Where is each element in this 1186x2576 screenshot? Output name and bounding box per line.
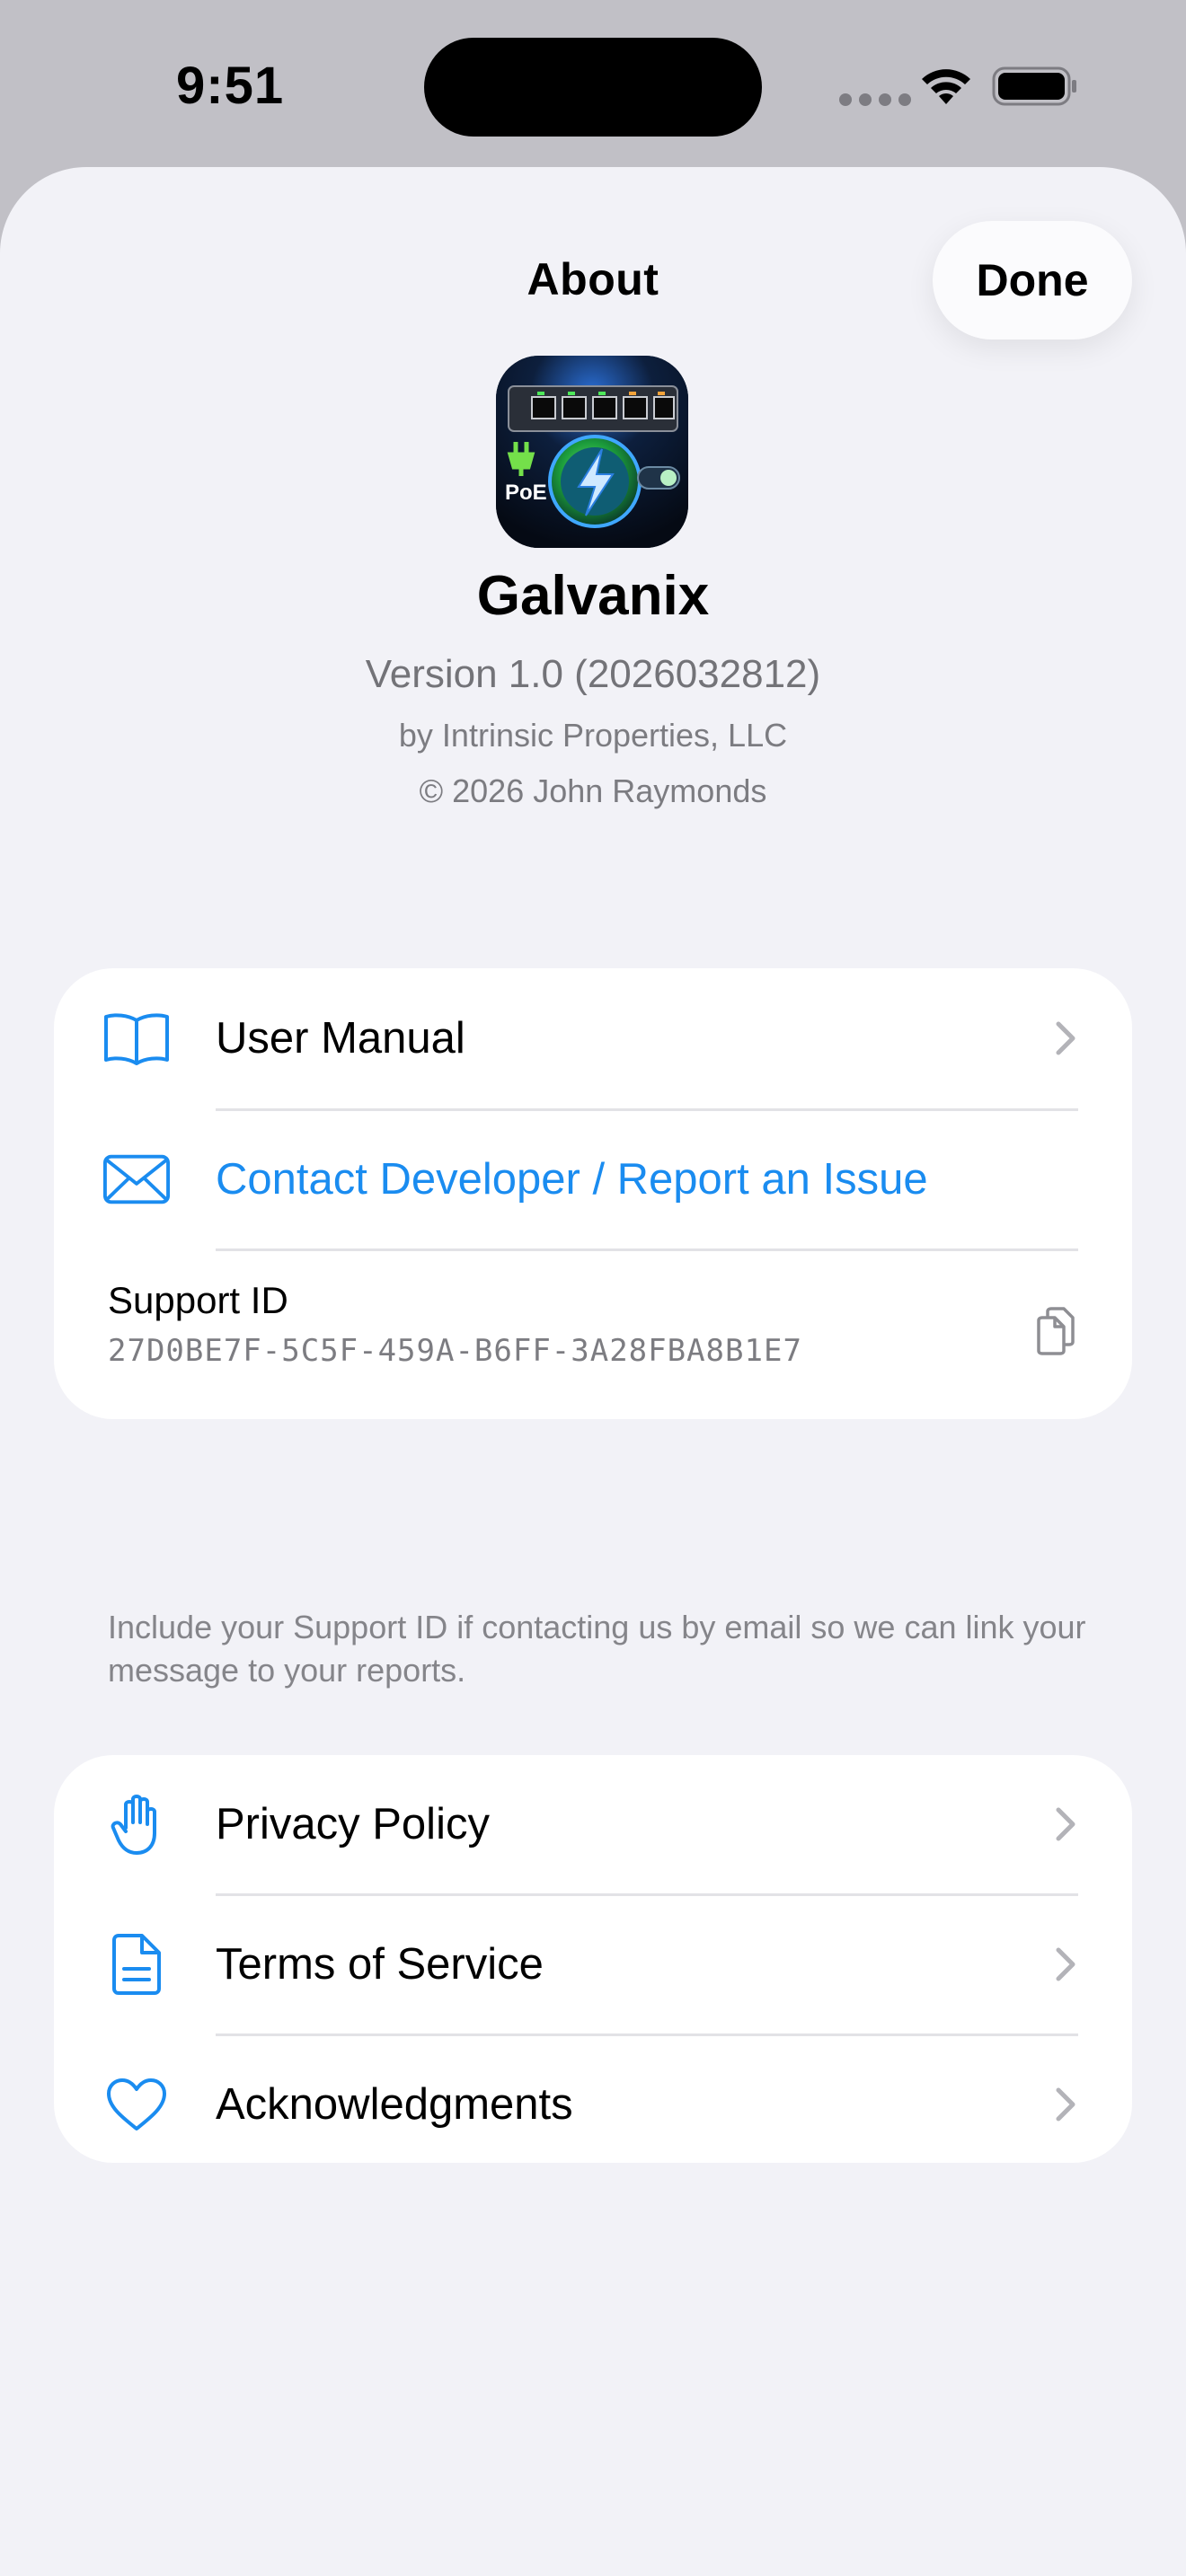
acknowledgments-label: Acknowledgments [216, 2080, 573, 2129]
support-id-value: 27D0BE7F-5C5F-459A-B6FF-3A28FBA8B1E7 [108, 1333, 802, 1369]
privacy-policy-row[interactable]: Privacy Policy [54, 1755, 1132, 1893]
chevron-right-icon [1056, 1021, 1075, 1055]
links-card: User Manual Contact Developer / Report a… [54, 968, 1132, 1419]
book-icon [102, 1004, 171, 1072]
support-id-note: Include your Support ID if contacting us… [108, 1609, 1086, 1689]
app-icon: PoE [496, 356, 688, 548]
support-id-row: Support ID 27D0BE7F-5C5F-459A-B6FF-3A28F… [54, 1250, 1132, 1419]
chevron-right-icon [1056, 2087, 1075, 2122]
wifi-icon [922, 69, 970, 104]
support-id-label: Support ID [108, 1279, 288, 1321]
copy-icon[interactable] [1033, 1306, 1078, 1356]
terms-of-service-label: Terms of Service [216, 1940, 544, 1989]
done-button[interactable]: Done [933, 221, 1132, 340]
battery-icon [992, 66, 1076, 106]
contact-developer-label: Contact Developer / Report an Issue [216, 1155, 928, 1204]
document-icon [102, 1930, 171, 1998]
contact-developer-row[interactable]: Contact Developer / Report an Issue [54, 1110, 1132, 1248]
envelope-icon [102, 1145, 171, 1213]
terms-of-service-row[interactable]: Terms of Service [54, 1895, 1132, 2033]
status-time: 9:51 [176, 57, 285, 115]
acknowledgments-row[interactable]: Acknowledgments [54, 2035, 1132, 2163]
app-name: Galvanix [476, 565, 710, 627]
app-version: Version 1.0 (2026032812) [365, 652, 821, 696]
dynamic-island [424, 38, 762, 137]
app-company: by Intrinsic Properties, LLC [398, 717, 788, 754]
raised-hand-icon [102, 1790, 171, 1858]
user-manual-row[interactable]: User Manual [54, 968, 1132, 1108]
heart-icon [102, 2070, 171, 2139]
privacy-policy-label: Privacy Policy [216, 1800, 490, 1848]
status-bar: 9:51 [0, 0, 1186, 171]
legal-card: Privacy Policy Terms of Service Acknowle… [54, 1755, 1132, 2163]
chevron-right-icon [1056, 1807, 1075, 1841]
poe-badge: PoE [505, 481, 547, 505]
user-manual-label: User Manual [216, 1014, 465, 1063]
app-copyright: © 2026 John Raymonds [419, 772, 767, 809]
chevron-right-icon [1056, 1947, 1075, 1981]
cellular-signal-icon [839, 93, 911, 106]
